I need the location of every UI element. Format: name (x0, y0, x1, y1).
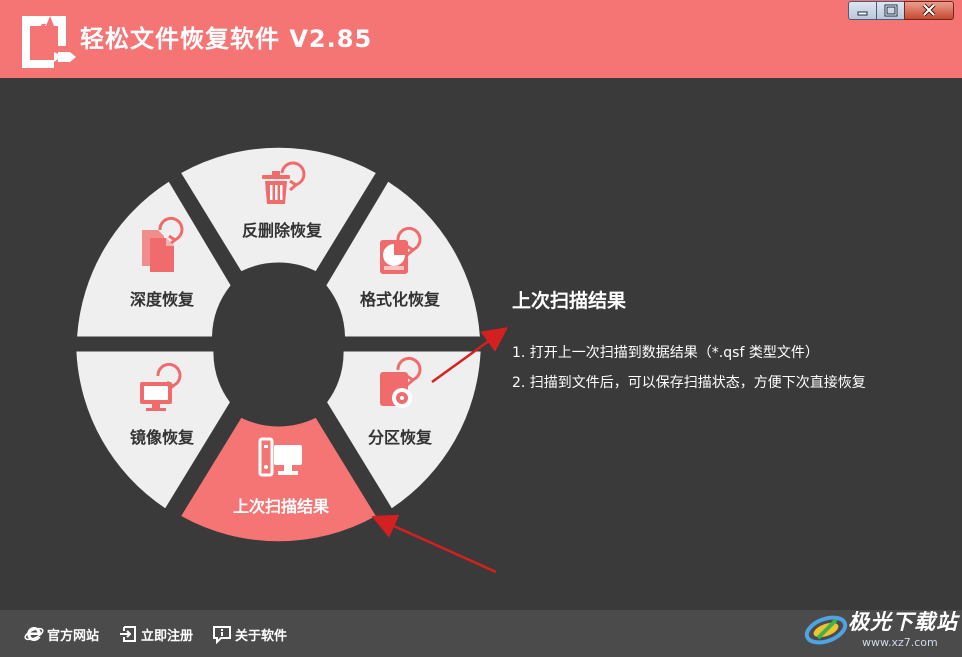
segment-label-undelete: 反删除恢复 (242, 221, 323, 240)
register-link-label: 立即注册 (141, 628, 194, 644)
website-link[interactable]: 官方网站 (24, 624, 99, 644)
annotation-arrow (371, 514, 497, 574)
login-icon (120, 626, 136, 642)
segment-label-last-scan: 上次扫描结果 (233, 497, 329, 516)
minimize-button[interactable] (848, 1, 877, 20)
about-link[interactable]: 关于软件 (212, 624, 287, 644)
app-logo-icon (22, 16, 76, 68)
title-bar: 轻松文件恢复软件 V2.85 (0, 0, 962, 78)
info-line: 2. 扫描到文件后，可以保存扫描状态，方便下次直接恢复 (512, 375, 866, 391)
info-heading: 上次扫描结果 (512, 290, 627, 312)
segment-label-deep: 深度恢复 (130, 290, 195, 309)
segment-label-format: 格式化恢复 (360, 290, 441, 309)
minimize-icon (857, 11, 868, 16)
about-link-label: 关于软件 (235, 628, 288, 644)
ie-icon (24, 626, 44, 641)
app-title: 轻松文件恢复软件 V2.85 (80, 25, 373, 53)
info-line: 1. 打开上一次扫描到数据结果（*.qsf 类型文件） (512, 345, 819, 361)
info-icon (213, 626, 231, 644)
segment-label-partition: 分区恢复 (368, 428, 433, 447)
segment-label-mirror: 镜像恢复 (130, 428, 195, 447)
watermark-url: www.xz7.com (862, 636, 938, 649)
close-icon (922, 3, 936, 17)
maximize-button[interactable] (876, 1, 905, 20)
segment-last-scan[interactable] (181, 417, 376, 542)
register-link[interactable]: 立即注册 (118, 624, 193, 644)
watermark-text: 极光下载站 (848, 610, 958, 634)
maximize-icon (884, 4, 898, 17)
website-link-label: 官方网站 (47, 628, 100, 644)
close-button[interactable] (904, 1, 954, 20)
